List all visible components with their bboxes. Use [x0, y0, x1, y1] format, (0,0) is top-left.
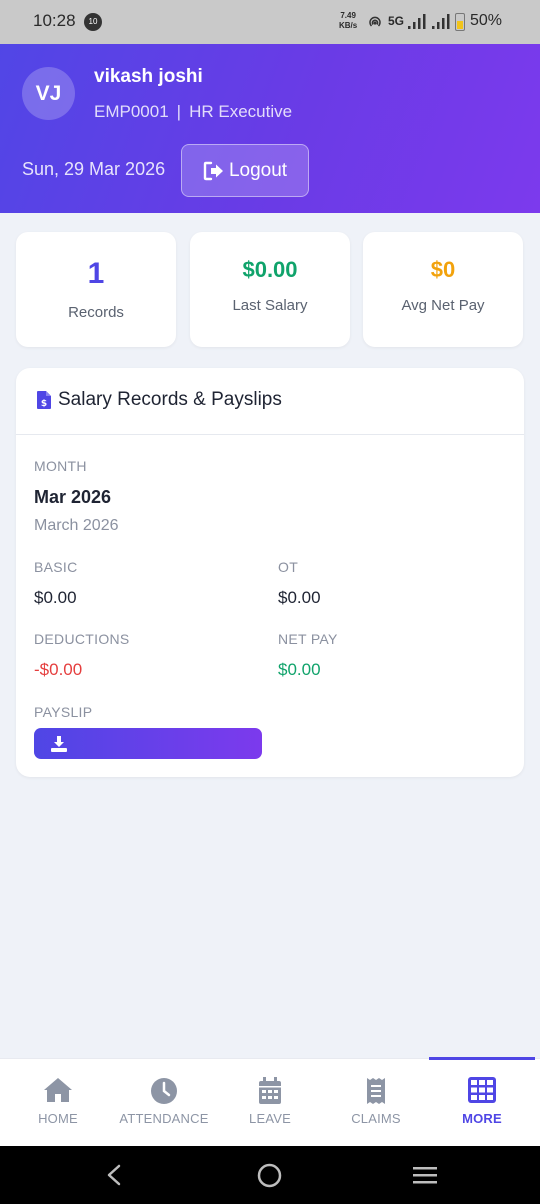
user-subtitle: EMP0001 | HR Executive [94, 102, 292, 122]
battery-percent: 50% [470, 12, 503, 29]
clock-icon [151, 1078, 177, 1104]
nav-item-leave[interactable]: LEAVE [222, 1059, 318, 1147]
logout-button[interactable]: Logout [181, 144, 309, 197]
stat-card-avg-net-pay: $0 Avg Net Pay [363, 232, 523, 347]
stat-card-records: 1 Records [16, 232, 176, 347]
stat-label: Records [68, 304, 124, 321]
notification-badge-icon: 10 [84, 13, 102, 31]
stat-label: Avg Net Pay [401, 297, 485, 314]
panel-title: $ Salary Records & Payslips [36, 389, 282, 411]
month-full: March 2026 [34, 517, 119, 534]
calendar-icon [259, 1077, 281, 1104]
net-speed-value: 7.49 [340, 11, 356, 20]
hotspot-icon [369, 16, 381, 27]
net-speed-unit: KB/s [339, 21, 358, 30]
grid-icon [468, 1077, 496, 1103]
deductions-label: DEDUCTIONS [34, 631, 130, 647]
logout-icon [203, 161, 223, 180]
current-date: Sun, 29 Mar 2026 [22, 159, 166, 179]
basic-label: BASIC [34, 559, 78, 575]
payslip-label: PAYSLIP [34, 704, 93, 720]
panel-title-text: Salary Records & Payslips [58, 389, 282, 410]
status-bar: 10:28 10 7.49 KB/s 5G 50% [0, 0, 540, 44]
nav-label-home: HOME [38, 1111, 78, 1126]
invoice-dollar-icon: $ [37, 391, 51, 409]
salary-records-panel: $ Salary Records & Payslips MONTH Mar 20… [16, 368, 524, 777]
nav-item-attendance[interactable]: ATTENDANCE [112, 1059, 216, 1147]
user-name: vikash joshi [94, 66, 203, 87]
stat-value: 1 [87, 257, 105, 290]
employee-id: EMP0001 [94, 102, 169, 121]
bottom-nav: HOME ATTENDANCE LEAVE CLAIMS MORE [0, 1057, 540, 1147]
status-time: 10:28 [33, 11, 76, 30]
home-circle-icon[interactable] [257, 1163, 282, 1188]
receipt-icon [367, 1078, 385, 1104]
signal-icon [432, 14, 450, 29]
divider [16, 434, 524, 435]
stat-label: Last Salary [232, 297, 308, 314]
ot-value: $0.00 [278, 588, 321, 607]
stat-value: $0.00 [242, 257, 298, 282]
home-icon [44, 1078, 72, 1102]
stat-card-last-salary: $0.00 Last Salary [190, 232, 350, 347]
logout-label: Logout [228, 159, 288, 181]
ot-label: OT [278, 559, 299, 575]
stat-value: $0 [430, 257, 456, 282]
net-speed: 7.49 KB/s [339, 11, 357, 31]
nav-item-claims[interactable]: CLAIMS [328, 1059, 424, 1147]
avatar: VJ [22, 67, 75, 120]
signal-icon [408, 14, 426, 29]
battery-icon [455, 13, 465, 31]
user-role: HR Executive [189, 102, 293, 121]
nav-label-attendance: ATTENDANCE [119, 1111, 209, 1126]
month-label: MONTH [34, 458, 87, 474]
download-icon [51, 735, 67, 752]
nav-item-home[interactable]: HOME [10, 1059, 106, 1147]
back-icon[interactable] [104, 1164, 124, 1186]
month-value: Mar 2026 [34, 487, 112, 507]
profile-header: VJ vikash joshi EMP0001 | HR Executive Sun… [0, 44, 540, 213]
nav-label-leave: LEAVE [249, 1111, 291, 1126]
system-nav-bar [0, 1146, 540, 1204]
svg-text:$: $ [41, 399, 47, 409]
subtitle-separator: | [176, 102, 182, 121]
network-type: 5G [388, 14, 405, 28]
download-payslip-button[interactable] [34, 728, 262, 759]
deductions-value: -$0.00 [34, 660, 83, 679]
nav-label-claims: CLAIMS [351, 1111, 401, 1126]
nav-item-more[interactable]: MORE [430, 1059, 534, 1147]
net-pay-label: NET PAY [278, 631, 338, 647]
net-pay-value: $0.00 [278, 660, 321, 679]
basic-value: $0.00 [34, 588, 77, 607]
recents-icon[interactable] [412, 1165, 438, 1185]
nav-label-more: MORE [462, 1111, 502, 1126]
